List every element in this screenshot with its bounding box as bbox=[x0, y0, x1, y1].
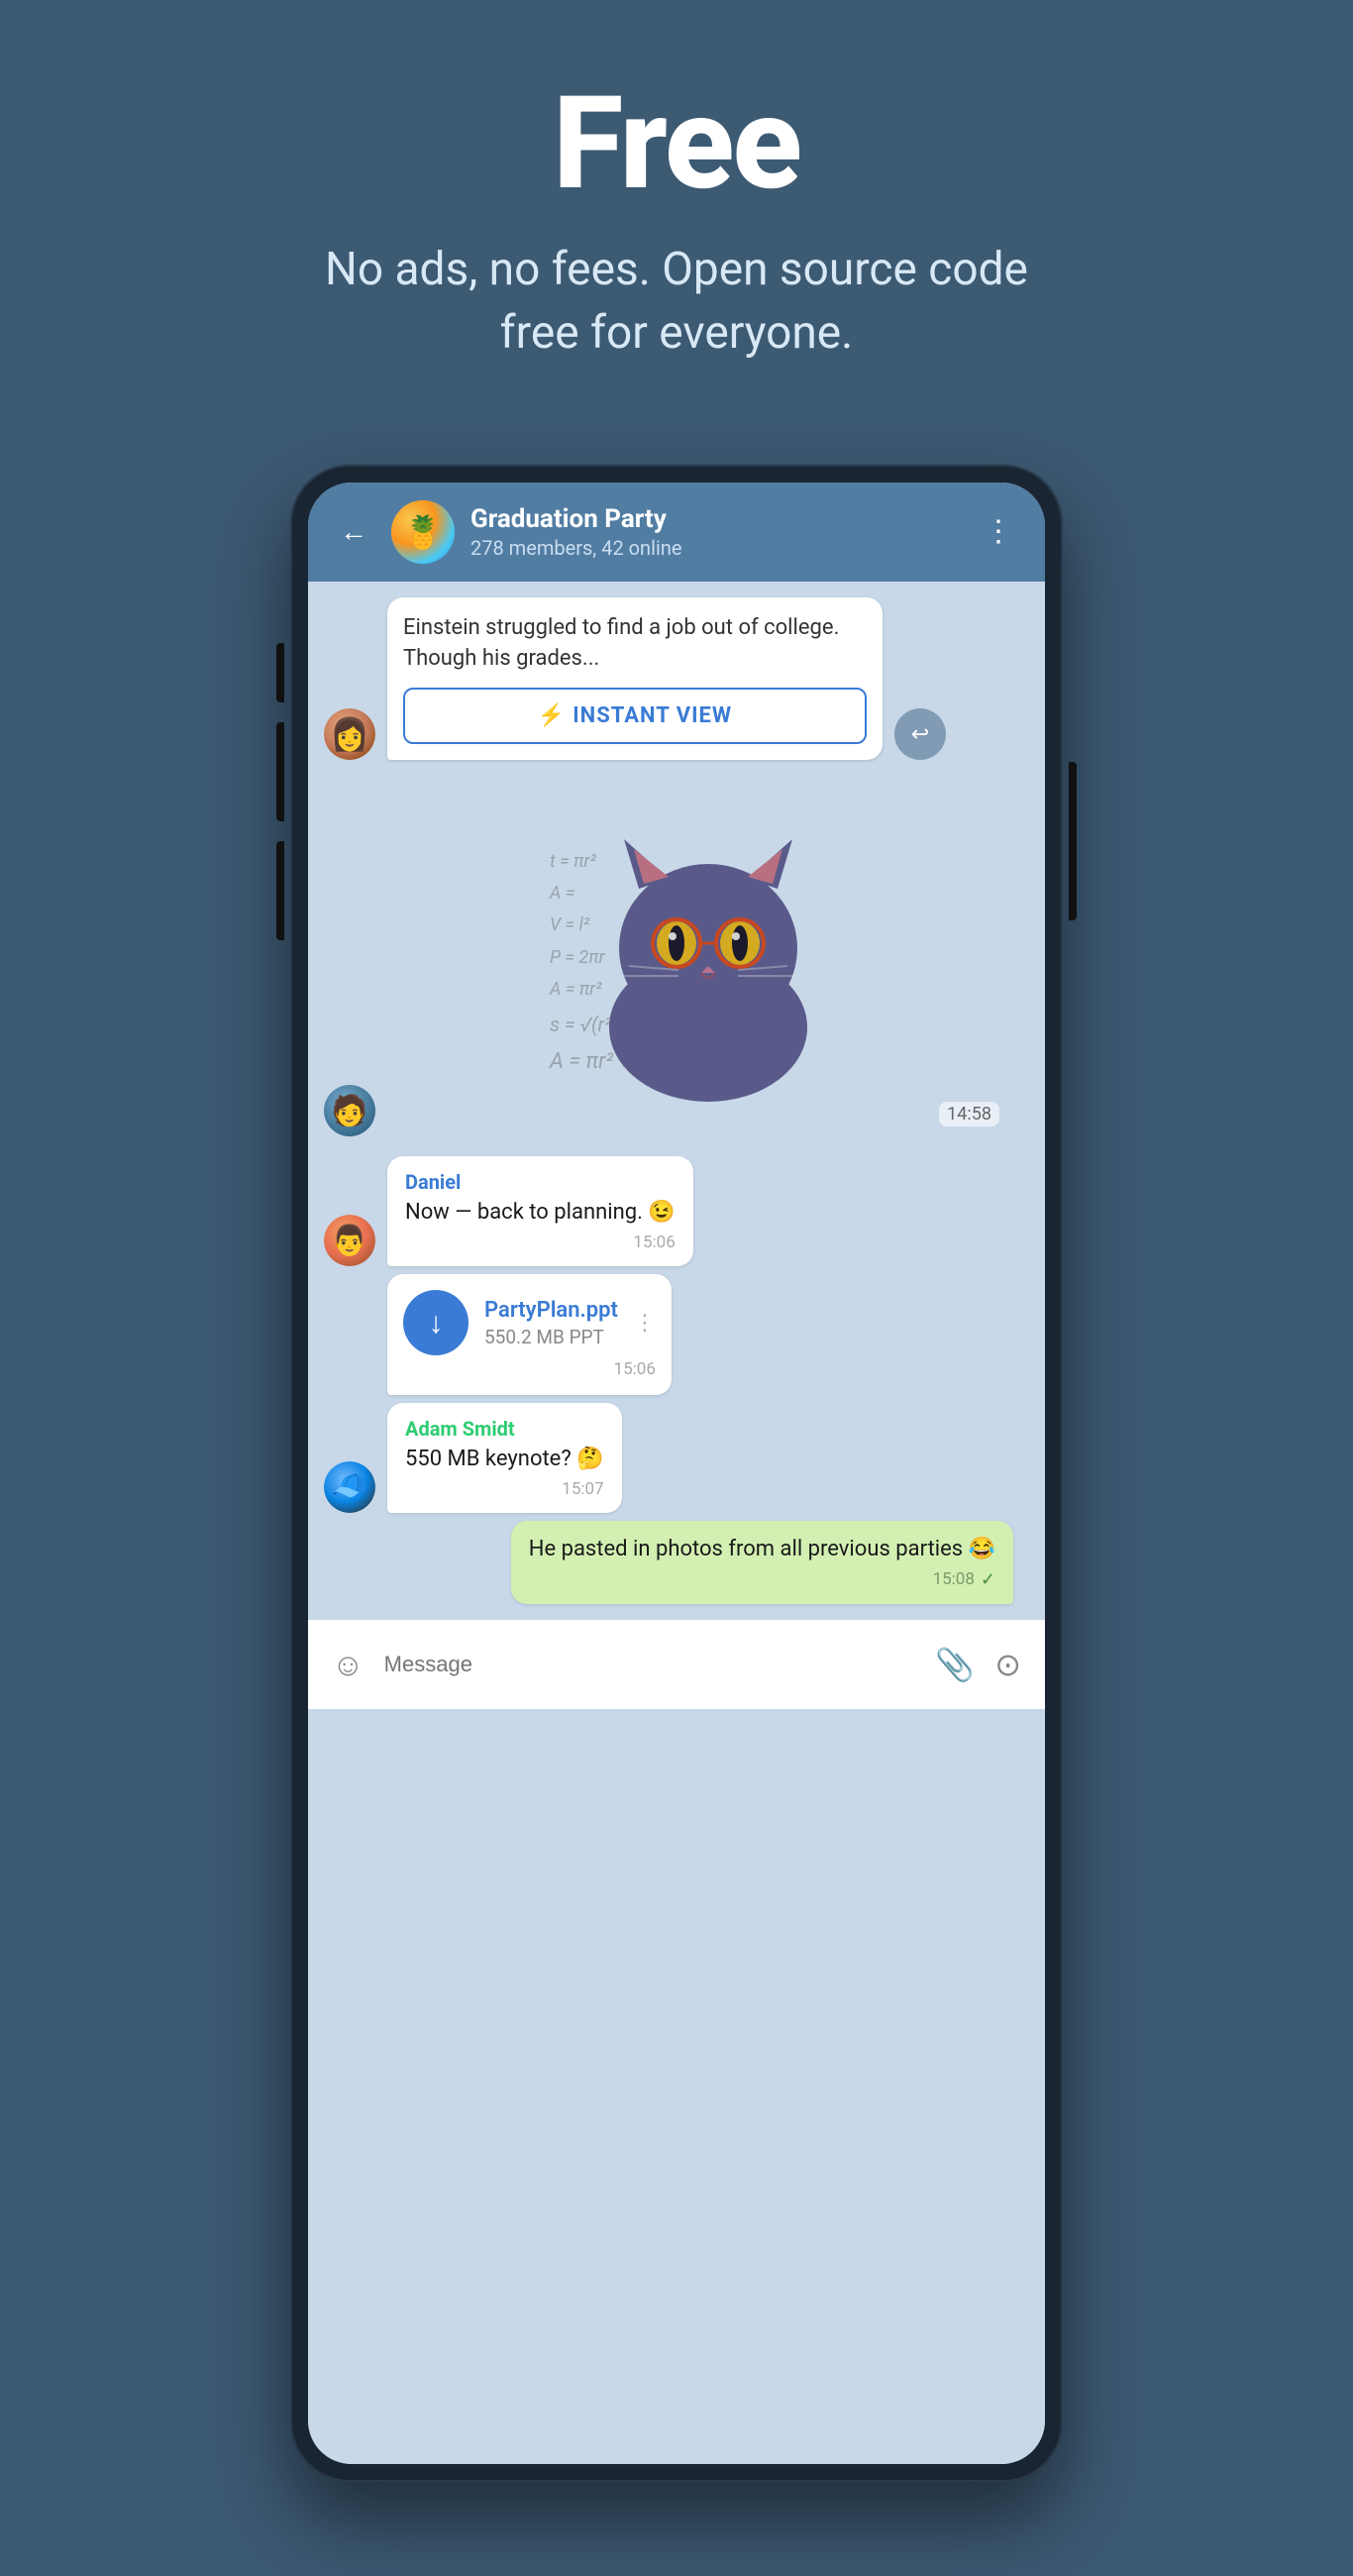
side-button-3 bbox=[276, 841, 284, 940]
article-bubble: Einstein struggled to find a job out of … bbox=[387, 597, 883, 761]
chat-body: Einstein struggled to find a job out of … bbox=[308, 582, 1045, 2464]
own-message-bubble: He pasted in photos from all previous pa… bbox=[511, 1521, 1013, 1604]
file-size: 550.2 MB PPT bbox=[484, 1326, 618, 1348]
side-button-2 bbox=[276, 722, 284, 821]
adam-sender-name: Adam Smidt bbox=[405, 1417, 604, 1441]
sticker-message-row: 🧑 t = πr² A = V = l² P = 2πr A = πr² s =… bbox=[308, 760, 1045, 1156]
daniel-message-text: Now — back to planning. 😉 bbox=[405, 1198, 676, 1229]
sticker-time: 14:58 bbox=[939, 1102, 999, 1127]
adam-message-bubble: Adam Smidt 550 MB keynote? 🤔 15:07 bbox=[387, 1403, 622, 1513]
article-sender-avatar bbox=[324, 708, 375, 760]
file-time: 15:06 bbox=[403, 1359, 656, 1379]
daniel-message-row: 👨 Daniel Now — back to planning. 😉 15:06 bbox=[324, 1156, 1029, 1266]
adam-avatar: 🧢 bbox=[324, 1461, 375, 1513]
orange-guy-avatar: 👨 bbox=[324, 1215, 375, 1266]
group-avatar: 🍍 bbox=[391, 500, 455, 564]
attach-button[interactable]: 📎 bbox=[935, 1646, 975, 1683]
phone-frame: ← 🍍 Graduation Party 278 members, 42 onl… bbox=[290, 465, 1063, 2482]
daniel-message-time: 15:06 bbox=[405, 1233, 676, 1252]
adam-message-time: 15:07 bbox=[405, 1479, 604, 1499]
instant-view-label: INSTANT VIEW bbox=[572, 703, 732, 728]
emoji-button[interactable]: ☺ bbox=[332, 1646, 364, 1683]
daniel-avatar: 👨 bbox=[324, 1215, 375, 1266]
side-button-right bbox=[1069, 762, 1077, 920]
phone-body: ← 🍍 Graduation Party 278 members, 42 onl… bbox=[290, 465, 1063, 2482]
sticker-sender-avatar: 🧑 bbox=[324, 1085, 375, 1136]
messages-area: 👨 Daniel Now — back to planning. 😉 15:06 bbox=[308, 1156, 1045, 1513]
file-bubble: ↓ PartyPlan.ppt 550.2 MB PPT ⋮ 15:06 bbox=[387, 1274, 672, 1395]
file-message-row: ↓ PartyPlan.ppt 550.2 MB PPT ⋮ 15:06 bbox=[324, 1274, 1029, 1395]
guy-avatar: 🧑 bbox=[324, 1085, 375, 1136]
own-message-wrapper: He pasted in photos from all previous pa… bbox=[308, 1513, 1045, 1620]
file-inner: ↓ PartyPlan.ppt 550.2 MB PPT ⋮ bbox=[403, 1290, 656, 1355]
phone-screen: ← 🍍 Graduation Party 278 members, 42 onl… bbox=[308, 483, 1045, 2464]
hero-section: Free No ads, no fees. Open source code f… bbox=[0, 0, 1353, 425]
cat-sticker-svg bbox=[570, 819, 847, 1107]
own-message-footer: 15:08 ✓ bbox=[529, 1569, 995, 1590]
article-preview-text: Einstein struggled to find a job out of … bbox=[403, 613, 867, 675]
chat-info: Graduation Party 278 members, 42 online bbox=[470, 504, 960, 560]
hero-subtitle: No ads, no fees. Open source code free f… bbox=[280, 238, 1073, 366]
blue-hat-avatar: 🧢 bbox=[324, 1461, 375, 1513]
daniel-sender-name: Daniel bbox=[405, 1170, 676, 1194]
article-message-row: Einstein struggled to find a job out of … bbox=[308, 582, 1045, 761]
group-members: 278 members, 42 online bbox=[470, 536, 960, 560]
group-name: Graduation Party bbox=[470, 504, 960, 534]
group-avatar-image: 🍍 bbox=[391, 500, 455, 564]
file-name: PartyPlan.ppt bbox=[484, 1298, 618, 1323]
download-button[interactable]: ↓ bbox=[403, 1290, 468, 1355]
girl-avatar bbox=[324, 708, 375, 760]
adam-message-row: 🧢 Adam Smidt 550 MB keynote? 🤔 15:07 bbox=[324, 1403, 1029, 1513]
message-input[interactable] bbox=[384, 1652, 916, 1677]
back-button[interactable]: ← bbox=[332, 511, 375, 552]
instant-view-button[interactable]: ⚡ INSTANT VIEW bbox=[403, 688, 867, 744]
own-message-time: 15:08 bbox=[933, 1569, 975, 1589]
adam-message-text: 550 MB keynote? 🤔 bbox=[405, 1445, 604, 1475]
hero-title: Free bbox=[553, 79, 800, 208]
own-message-text: He pasted in photos from all previous pa… bbox=[529, 1535, 995, 1565]
sticker-image: t = πr² A = V = l² P = 2πr A = πr² s = √… bbox=[530, 790, 886, 1136]
sticker-container: t = πr² A = V = l² P = 2πr A = πr² s = √… bbox=[387, 790, 1029, 1136]
file-more-button[interactable]: ⋮ bbox=[634, 1311, 656, 1336]
instant-view-icon: ⚡ bbox=[538, 703, 565, 728]
share-button[interactable]: ↩ bbox=[894, 708, 946, 760]
chat-header: ← 🍍 Graduation Party 278 members, 42 onl… bbox=[308, 483, 1045, 582]
file-info: PartyPlan.ppt 550.2 MB PPT bbox=[484, 1298, 618, 1348]
camera-button[interactable]: ⊙ bbox=[994, 1646, 1021, 1683]
message-input-bar: ☺ 📎 ⊙ bbox=[308, 1620, 1045, 1709]
side-button-1 bbox=[276, 643, 284, 702]
own-message-row: He pasted in photos from all previous pa… bbox=[324, 1521, 1029, 1604]
message-checkmark: ✓ bbox=[981, 1569, 995, 1590]
daniel-message-bubble: Daniel Now — back to planning. 😉 15:06 bbox=[387, 1156, 693, 1266]
more-options-button[interactable]: ⋮ bbox=[976, 510, 1021, 553]
